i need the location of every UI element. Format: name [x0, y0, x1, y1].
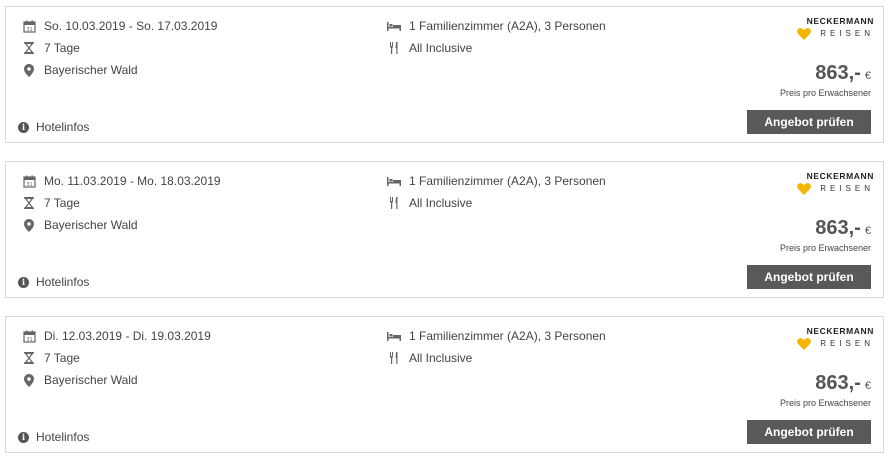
neckermann-logo: NECKERMANN REISEN: [794, 16, 874, 42]
cutlery-icon: [387, 196, 401, 210]
neckermann-logo: NECKERMANN REISEN: [794, 171, 874, 197]
bed-icon: [387, 19, 401, 33]
hourglass-icon: [22, 196, 36, 210]
bed-icon: [387, 329, 401, 343]
date-row: 31 Di. 12.03.2019 - Di. 19.03.2019: [22, 329, 211, 343]
price: 863,- €: [815, 62, 871, 85]
price-note: Preis pro Erwachsener: [779, 243, 871, 253]
brand-name: NECKERMANN: [806, 171, 874, 181]
svg-text:31: 31: [26, 27, 32, 33]
date-range: So. 10.03.2019 - So. 17.03.2019: [44, 19, 218, 33]
duration-row: 7 Tage: [22, 196, 80, 210]
heart-logo-icon: [797, 337, 811, 355]
hotelinfos-link[interactable]: i Hotelinfos: [18, 430, 89, 444]
board-type: All Inclusive: [409, 351, 473, 365]
svg-text:31: 31: [26, 337, 32, 343]
room-info: 1 Familienzimmer (A2A), 3 Personen: [409, 329, 606, 343]
board-row: All Inclusive: [387, 351, 472, 365]
brand-subtitle: REISEN: [820, 339, 874, 348]
brand-subtitle: REISEN: [820, 184, 874, 193]
location-row: Bayerischer Wald: [22, 218, 138, 232]
price: 863,- €: [815, 217, 871, 240]
hotelinfos-label: Hotelinfos: [36, 120, 90, 134]
location: Bayerischer Wald: [44, 63, 138, 77]
hourglass-icon: [22, 351, 36, 365]
hourglass-icon: [22, 41, 36, 55]
duration: 7 Tage: [44, 196, 80, 210]
price-currency: €: [864, 380, 871, 392]
date-row: 31 So. 10.03.2019 - So. 17.03.2019: [22, 19, 217, 33]
price-amount: 863,-: [815, 62, 861, 84]
room-row: 1 Familienzimmer (A2A), 3 Personen: [387, 329, 606, 343]
heart-logo-icon: [797, 27, 811, 45]
price-note: Preis pro Erwachsener: [779, 88, 871, 98]
board-row: All Inclusive: [387, 196, 472, 210]
info-icon: i: [18, 121, 29, 133]
duration: 7 Tage: [44, 351, 80, 365]
map-pin-icon: [22, 373, 36, 387]
price-amount: 863,-: [815, 217, 861, 239]
board-type: All Inclusive: [409, 196, 473, 210]
location: Bayerischer Wald: [44, 373, 138, 387]
calendar-icon: 31: [22, 174, 36, 188]
brand-name: NECKERMANN: [806, 16, 874, 26]
date-range: Mo. 11.03.2019 - Mo. 18.03.2019: [44, 174, 221, 188]
location: Bayerischer Wald: [44, 218, 138, 232]
cutlery-icon: [387, 351, 401, 365]
date-range: Di. 12.03.2019 - Di. 19.03.2019: [44, 329, 211, 343]
cutlery-icon: [387, 41, 401, 55]
offer-card: 31 So. 10.03.2019 - So. 17.03.2019 7 Tag…: [5, 6, 884, 143]
brand-name: NECKERMANN: [806, 326, 874, 336]
map-pin-icon: [22, 218, 36, 232]
check-offer-button[interactable]: Angebot prüfen: [747, 110, 871, 134]
room-info: 1 Familienzimmer (A2A), 3 Personen: [409, 174, 606, 188]
price-note: Preis pro Erwachsener: [779, 398, 871, 408]
room-row: 1 Familienzimmer (A2A), 3 Personen: [387, 19, 606, 33]
check-offer-button[interactable]: Angebot prüfen: [747, 265, 871, 289]
bed-icon: [387, 174, 401, 188]
hotelinfos-link[interactable]: i Hotelinfos: [18, 120, 89, 134]
brand-subtitle: REISEN: [820, 29, 874, 38]
hotelinfos-link[interactable]: i Hotelinfos: [18, 275, 89, 289]
price: 863,- €: [815, 372, 871, 395]
calendar-icon: 31: [22, 19, 36, 33]
price-amount: 863,-: [815, 372, 861, 394]
offer-card: 31 Di. 12.03.2019 - Di. 19.03.2019 7 Tag…: [5, 316, 884, 453]
check-offer-button[interactable]: Angebot prüfen: [747, 420, 871, 444]
duration-row: 7 Tage: [22, 351, 80, 365]
offer-card: 31 Mo. 11.03.2019 - Mo. 18.03.2019 7 Tag…: [5, 161, 884, 298]
price-currency: €: [864, 70, 871, 82]
duration: 7 Tage: [44, 41, 80, 55]
date-row: 31 Mo. 11.03.2019 - Mo. 18.03.2019: [22, 174, 221, 188]
board-row: All Inclusive: [387, 41, 472, 55]
room-info: 1 Familienzimmer (A2A), 3 Personen: [409, 19, 606, 33]
duration-row: 7 Tage: [22, 41, 80, 55]
hotelinfos-label: Hotelinfos: [36, 430, 90, 444]
location-row: Bayerischer Wald: [22, 373, 138, 387]
info-icon: i: [18, 431, 29, 443]
location-row: Bayerischer Wald: [22, 63, 138, 77]
heart-logo-icon: [797, 182, 811, 200]
map-pin-icon: [22, 63, 36, 77]
hotelinfos-label: Hotelinfos: [36, 275, 90, 289]
room-row: 1 Familienzimmer (A2A), 3 Personen: [387, 174, 606, 188]
board-type: All Inclusive: [409, 41, 473, 55]
info-icon: i: [18, 276, 29, 288]
calendar-icon: 31: [22, 329, 36, 343]
neckermann-logo: NECKERMANN REISEN: [794, 326, 874, 352]
price-currency: €: [864, 225, 871, 237]
svg-text:31: 31: [26, 182, 32, 188]
